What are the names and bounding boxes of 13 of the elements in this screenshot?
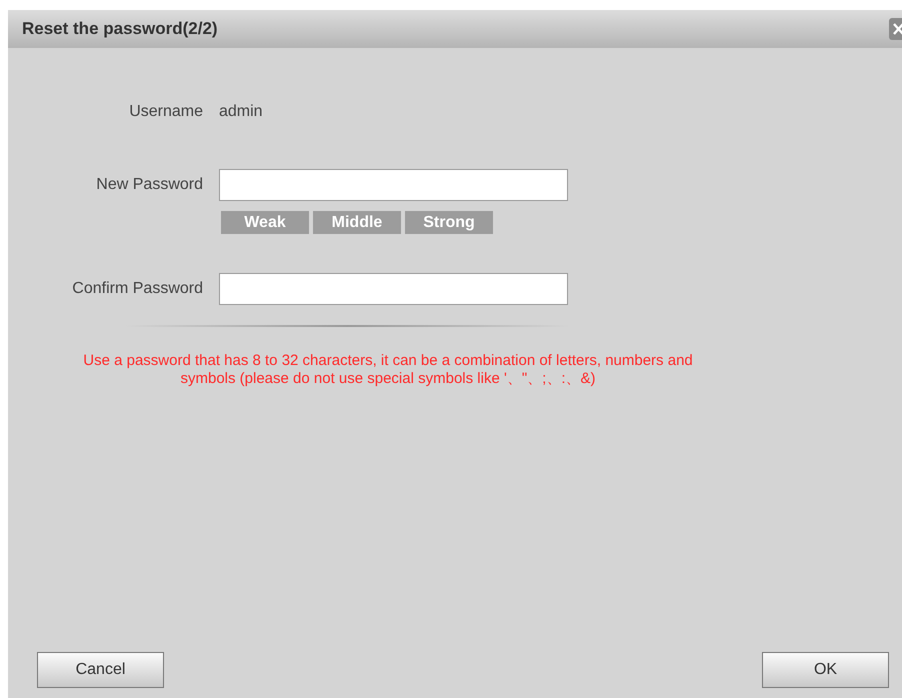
username-label: Username xyxy=(128,103,203,121)
password-hint: Use a password that has 8 to 32 characters, it can be a combination of letters, numbers and symbols (please do not use special symbols like '、"、;、:、&) xyxy=(82,352,694,388)
new-password-label: New Password xyxy=(95,176,203,194)
strength-segment: Strong xyxy=(405,211,493,234)
cancel-button[interactable]: Cancel xyxy=(37,652,164,688)
new-password-field[interactable] xyxy=(219,169,568,201)
ok-button[interactable]: OK xyxy=(762,652,889,688)
strength-segment: Weak xyxy=(221,211,309,234)
dialog-title: Reset the password(2/2) xyxy=(22,19,218,39)
confirm-password-field[interactable] xyxy=(219,273,568,305)
strength-segment: Middle xyxy=(313,211,401,234)
confirm-password-label: Confirm Password xyxy=(71,280,203,298)
username-value: admin xyxy=(219,103,263,121)
